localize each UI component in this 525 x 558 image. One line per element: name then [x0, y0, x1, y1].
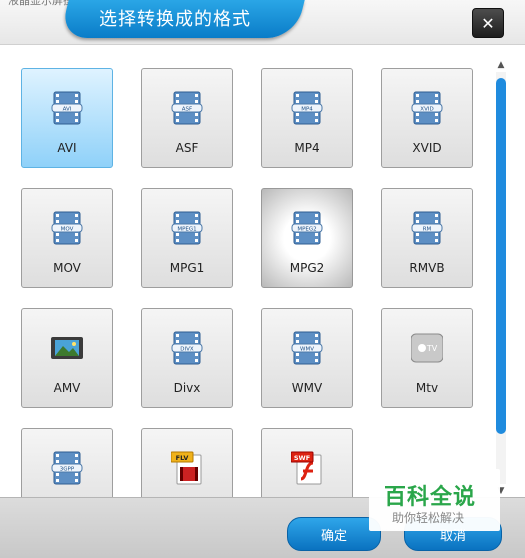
format-label: ASF — [175, 141, 199, 155]
format-tile-flv[interactable]: FLV — [141, 428, 233, 497]
apple-tv-icon: TV — [410, 331, 444, 365]
svg-text:RM: RM — [423, 227, 432, 233]
3gpp-film-icon: 3GPP — [51, 451, 83, 485]
format-tile-xvid[interactable]: XVID XVID — [381, 68, 473, 168]
format-tile-mpg1[interactable]: MPEG1 MPG1 — [141, 188, 233, 288]
format-tile-mpg2[interactable]: MPEG2 MPG2 — [261, 188, 353, 288]
svg-text:AVI: AVI — [63, 107, 72, 113]
close-icon: ✕ — [481, 13, 495, 33]
format-label: MP4 — [294, 141, 320, 155]
format-tile-divx[interactable]: DIVX Divx — [141, 308, 233, 408]
svg-text:TV: TV — [426, 344, 438, 353]
format-tile-mp4[interactable]: MP4 MP4 — [261, 68, 353, 168]
format-label: MPG1 — [169, 261, 205, 275]
format-label: AMV — [53, 381, 81, 395]
svg-text:FLV: FLV — [176, 454, 189, 462]
mpg1-film-icon: MPEG1 — [171, 211, 203, 245]
flv-icon: FLV — [170, 451, 203, 485]
format-tile-mov[interactable]: MOV MOV — [21, 188, 113, 288]
svg-text:DIVX: DIVX — [180, 347, 194, 353]
scrollbar-thumb[interactable] — [496, 78, 506, 434]
svg-text:WMV: WMV — [300, 347, 314, 353]
format-tile-asf[interactable]: ASF ASF — [141, 68, 233, 168]
svg-text:MPEG1: MPEG1 — [177, 227, 196, 233]
format-tile-rmvb[interactable]: RM RMVB — [381, 188, 473, 288]
format-tile-swf[interactable]: SWF — [261, 428, 353, 497]
svg-text:3GPP: 3GPP — [60, 467, 75, 473]
divx-film-icon: DIVX — [171, 331, 203, 365]
format-tile-mtv[interactable]: TV Mtv — [381, 308, 473, 408]
format-label: MOV — [53, 261, 81, 275]
asf-film-icon: ASF — [171, 91, 203, 125]
mov-film-icon: MOV — [51, 211, 83, 245]
format-label: MPG2 — [289, 261, 325, 275]
close-button[interactable]: ✕ — [472, 8, 504, 38]
mpg2-film-icon: MPEG2 — [291, 211, 323, 245]
svg-text:MOV: MOV — [61, 227, 74, 233]
format-label: Divx — [173, 381, 201, 395]
format-tile-amv[interactable]: AMV — [21, 308, 113, 408]
format-label: RMVB — [409, 261, 445, 275]
watermark-subtitle: 助你轻松解决 — [392, 511, 465, 525]
rmvb-film-icon: RM — [411, 211, 443, 245]
mp4-film-icon: MP4 — [291, 91, 323, 125]
dialog-title: 选择转换成的格式 — [99, 9, 251, 30]
format-label: Mtv — [415, 381, 439, 395]
xvid-film-icon: XVID — [411, 91, 443, 125]
svg-text:MPEG2: MPEG2 — [297, 227, 316, 233]
format-label: WMV — [291, 381, 323, 395]
format-label: AVI — [57, 141, 77, 155]
watermark: 百科全说 助你轻松解决 — [369, 469, 500, 531]
scroll-up-arrow-icon[interactable]: ▲ — [494, 58, 508, 72]
svg-text:MP4: MP4 — [301, 107, 313, 113]
svg-text:ASF: ASF — [182, 107, 192, 113]
format-grid: AVI AVI ASF ASF MP4 MP4 XVID XVID MOV MOV MPEG1 MPG… — [0, 45, 525, 497]
wmv-film-icon: WMV — [291, 331, 323, 365]
svg-text:SWF: SWF — [294, 454, 310, 462]
watermark-title: 百科全说 — [384, 485, 477, 510]
format-tile-avi[interactable]: AVI AVI — [21, 68, 113, 168]
amv-photo-icon — [51, 331, 83, 365]
format-label: XVID — [412, 141, 442, 155]
format-tile-3gpp[interactable]: 3GPP — [21, 428, 113, 497]
ok-button[interactable]: 确定 — [287, 517, 381, 551]
swf-flash-icon: SWF — [290, 451, 323, 485]
format-tile-wmv[interactable]: WMV WMV — [261, 308, 353, 408]
avi-film-icon: AVI — [51, 91, 83, 125]
svg-text:XVID: XVID — [420, 107, 433, 113]
